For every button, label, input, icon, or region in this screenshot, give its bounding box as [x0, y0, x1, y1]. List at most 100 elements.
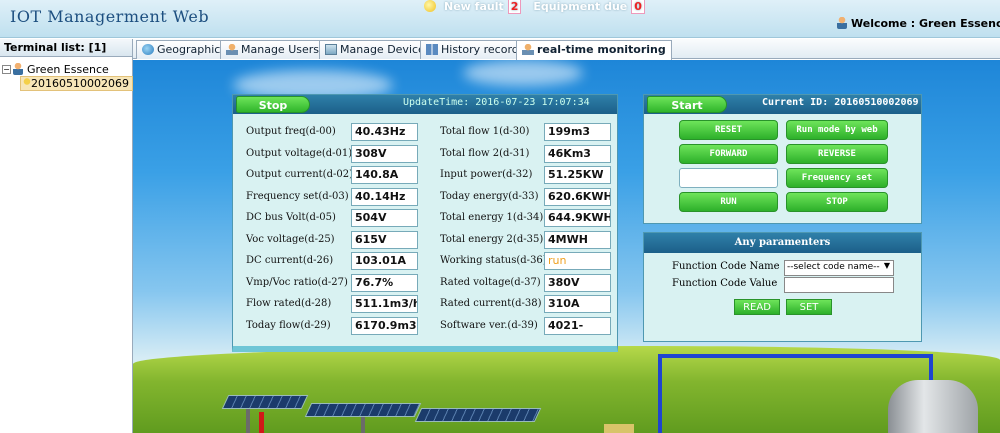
field-label: Today flow(d-29)	[246, 319, 331, 331]
field-label: Total flow 1(d-30)	[440, 126, 530, 137]
field-label: DC current(d-26)	[246, 255, 334, 266]
equipment-due-label[interactable]: Equipment due	[533, 0, 627, 13]
field-value: 620.6KWH	[544, 187, 611, 206]
current-id: Current ID: 20160510002069	[762, 97, 919, 108]
field-label: Output freq(d-00)	[246, 126, 336, 137]
field-value: 615V	[351, 230, 418, 249]
reset-button[interactable]: RESET	[679, 120, 778, 140]
solar-panel	[221, 395, 309, 409]
field-value: run	[544, 252, 611, 270]
tab-manage-users[interactable]: Manage Users	[220, 40, 325, 59]
field-label: Working status(d-36)	[440, 255, 547, 266]
tab-history-record[interactable]: History record	[420, 40, 525, 59]
set-button[interactable]: SET	[786, 299, 832, 315]
tab-real-time-monitoring[interactable]: real-time monitoring	[516, 40, 672, 60]
field-value: 4MWH	[544, 230, 611, 249]
field-label: Vmp/Voc ratio(d-27)	[246, 276, 348, 288]
app-header: IOT Managerment Web New fault 2 Equipment …	[0, 0, 1000, 38]
device-icon	[325, 44, 337, 55]
field-value: 140.8A	[351, 166, 418, 184]
update-time: UpdateTime: 2016-07-23 17:07:34	[403, 97, 590, 108]
water-tank	[888, 380, 978, 433]
device-pin-icon	[23, 78, 31, 88]
field-label: Rated voltage(d-37)	[440, 276, 541, 288]
run-mode-web-button[interactable]: Run mode by web	[786, 120, 888, 140]
field-value: 380V	[544, 273, 611, 292]
equipment-due-count[interactable]: 0	[631, 0, 645, 14]
field-value: 511.1m3/h	[351, 295, 418, 313]
cloud	[463, 60, 583, 86]
field-value: 4021-	[544, 316, 611, 335]
frequency-set-button[interactable]: Frequency set	[786, 168, 888, 188]
app-title: IOT Managerment Web	[10, 7, 210, 26]
user-icon	[837, 17, 847, 29]
new-fault-count[interactable]: 2	[507, 0, 522, 14]
tree-node-device[interactable]: 20160510002069	[20, 76, 133, 91]
field-value: 40.14Hz	[351, 187, 418, 206]
stop-button[interactable]: Stop	[236, 96, 310, 113]
tab-bar: Geographic Manage Users Manage Device Hi…	[133, 39, 1000, 60]
tab-manage-device[interactable]: Manage Device	[319, 40, 431, 59]
parameters-panel: Any paramenters Function Code Name --sel…	[643, 232, 922, 342]
function-code-name-label: Function Code Name	[672, 261, 780, 272]
solar-panel	[414, 408, 542, 422]
field-label: DC bus Volt(d-05)	[246, 212, 336, 223]
field-value: 504V	[351, 209, 418, 227]
function-code-value-input[interactable]	[784, 277, 894, 293]
start-button[interactable]: Start	[647, 96, 727, 113]
user-icon	[522, 44, 534, 55]
dropdown-arrow-icon: ▼	[883, 261, 890, 270]
tab-geographic[interactable]: Geographic	[136, 40, 227, 59]
field-value: 51.25KW	[544, 166, 611, 184]
bulb-icon	[424, 0, 436, 12]
field-label: Output voltage(d-01)	[246, 147, 353, 159]
water-box	[604, 424, 634, 433]
globe-icon	[142, 44, 154, 55]
field-label: Total energy 1(d-34)	[440, 212, 544, 223]
welcome-text: Welcome : Green Essence :	[837, 17, 1000, 30]
control-panel: Start Current ID: 20160510002069 RESET R…	[643, 94, 922, 224]
collapse-icon[interactable]: −	[2, 65, 11, 74]
run-button[interactable]: RUN	[679, 192, 778, 212]
field-value: 199m3	[544, 123, 611, 141]
user-group-icon	[13, 63, 23, 75]
solar-panel	[304, 403, 422, 417]
field-value: 103.01A	[351, 252, 418, 270]
terminal-list-title: Terminal list: [1]	[0, 39, 132, 57]
stop-command-button[interactable]: STOP	[786, 192, 888, 212]
red-pipe	[259, 412, 264, 433]
field-label: Frequency set(d-03)	[246, 190, 349, 202]
field-label: Flow rated(d-28)	[246, 298, 332, 309]
field-value: 46Km3	[544, 144, 611, 163]
tree-node-root[interactable]: − Green Essence	[2, 63, 109, 76]
field-label: Software ver.(d-39)	[440, 319, 538, 331]
read-button[interactable]: READ	[734, 299, 780, 315]
function-code-value-label: Function Code Value	[672, 278, 778, 289]
field-label: Input power(d-32)	[440, 169, 533, 180]
field-value: 40.43Hz	[351, 123, 418, 141]
status-panel: Stop UpdateTime: 2016-07-23 17:07:34 Out…	[232, 94, 618, 352]
alert-bar: New fault 2 Equipment due 0	[424, 0, 657, 14]
book-icon	[426, 44, 438, 55]
forward-button[interactable]: FORWARD	[679, 144, 778, 164]
function-code-select[interactable]: --select code name-- ▼	[784, 260, 894, 276]
field-value: 6170.9m3	[351, 316, 418, 335]
field-label: Rated current(d-38)	[440, 298, 542, 309]
field-label: Total flow 2(d-31)	[440, 147, 530, 159]
field-label: Output current(d-02)	[246, 169, 353, 180]
panel-post	[361, 417, 365, 433]
control-panel-header: Start Current ID: 20160510002069	[644, 95, 921, 114]
new-fault-label[interactable]: New fault	[444, 0, 504, 13]
frequency-input[interactable]	[679, 168, 778, 188]
panel-post	[246, 409, 250, 433]
users-icon	[226, 44, 238, 55]
field-label: Voc voltage(d-25)	[246, 233, 335, 245]
field-label: Total energy 2(d-35)	[440, 233, 544, 245]
reverse-button[interactable]: REVERSE	[786, 144, 888, 164]
field-value: 76.7%	[351, 273, 418, 292]
status-panel-header: Stop UpdateTime: 2016-07-23 17:07:34	[233, 95, 617, 114]
field-value: 308V	[351, 144, 418, 163]
terminal-sidebar: Terminal list: [1] − Green Essence 201605…	[0, 39, 133, 433]
parameters-title: Any paramenters	[644, 233, 921, 253]
field-label: Today energy(d-33)	[440, 190, 539, 202]
